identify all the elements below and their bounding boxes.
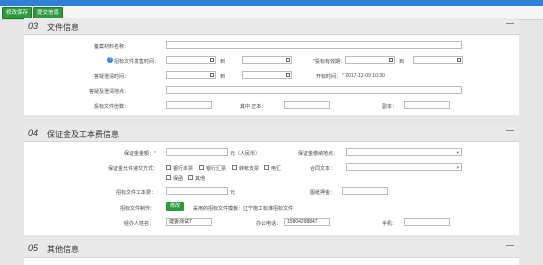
checkbox-method-4[interactable]: [166, 175, 171, 180]
section-header: 03 文件信息: [24, 18, 519, 35]
calendar-icon[interactable]: [389, 58, 393, 62]
help-icon[interactable]: ?: [107, 57, 113, 63]
open-time-label: 开标时间：: [316, 74, 342, 80]
section-title: 文件信息: [47, 23, 79, 32]
drawing-deposit-label: 图纸押金：: [310, 190, 336, 196]
handler-input[interactable]: 建委测试7: [166, 218, 212, 226]
calendar-icon[interactable]: [210, 73, 214, 77]
record-name-input[interactable]: [166, 41, 462, 49]
collapse-icon[interactable]: [506, 130, 514, 131]
answer-end-input[interactable]: [242, 71, 292, 79]
template-label: 招标文件制作：: [120, 206, 156, 212]
collapse-icon[interactable]: [506, 245, 514, 246]
deposit-place-label: 保证金缴纳地点：: [298, 151, 339, 157]
section-number: 04: [28, 128, 39, 138]
answer-place-input[interactable]: [166, 86, 462, 94]
mobile-label: 手机：: [382, 221, 398, 227]
valid-start-input[interactable]: [345, 56, 395, 64]
sale-start-input[interactable]: [166, 56, 216, 64]
chevron-down-icon: ▾: [456, 165, 459, 170]
to-label: 到: [220, 59, 226, 65]
sale-time-label: 招标文件发售时间：: [114, 59, 160, 65]
checkbox-method-0[interactable]: [166, 165, 171, 170]
calendar-icon[interactable]: [210, 58, 214, 62]
valid-end-input[interactable]: [413, 56, 463, 64]
drawing-deposit-input[interactable]: [342, 187, 388, 195]
deposit-info-panel: 04 保证金及工本费信息 保证金金额：* 元（人民币） 保证金缴纳地点： ▾ 保…: [24, 125, 519, 235]
answer-place-label: 答疑及澄清地点：: [89, 89, 130, 95]
template-text: 采用的招标文件模板：辽宁施工标准招标文件: [193, 206, 294, 212]
copies-label: 投标文件份数：: [94, 104, 130, 110]
duplicate-label: 副本：: [382, 104, 398, 110]
record-name-label: 备案材料名称：: [94, 44, 130, 50]
section-header: 04 保证金及工本费信息: [24, 125, 519, 142]
open-time-value: * 2017-12-09 10:30: [342, 73, 385, 79]
pay-methods-label: 保证金允许递交方式：: [108, 166, 159, 172]
method-label: 电汇: [271, 166, 282, 172]
method-label: 保函: [173, 176, 184, 182]
deposit-amount-input[interactable]: [166, 148, 228, 156]
original-input[interactable]: [284, 101, 330, 109]
deposit-amount-label: 保证金金额：*: [124, 151, 156, 157]
duplicate-input[interactable]: [404, 101, 450, 109]
handler-label: 经办人姓名：: [124, 221, 155, 227]
mobile-input[interactable]: [404, 218, 450, 226]
section-number: 05: [28, 243, 39, 253]
phone-label: 办公电话：: [256, 221, 282, 227]
deposit-unit: 元（人民币）: [230, 151, 261, 157]
method-label: 银行汇票: [206, 166, 227, 172]
section-title: 保证金及工本费信息: [47, 130, 119, 139]
checkbox-method-1[interactable]: [199, 165, 204, 170]
method-label: 银行本票: [173, 166, 194, 172]
sale-end-input[interactable]: [242, 56, 292, 64]
calendar-icon[interactable]: [457, 58, 461, 62]
checkbox-method-5[interactable]: [188, 175, 193, 180]
cost-unit: 元: [230, 190, 236, 196]
section-title: 其他信息: [47, 245, 79, 254]
method-label: 其他: [195, 176, 206, 182]
calendar-icon[interactable]: [286, 73, 290, 77]
other-info-panel: 05 其他信息: [24, 240, 519, 265]
chevron-down-icon: ▾: [456, 150, 459, 155]
collapse-icon[interactable]: [506, 23, 514, 24]
phone-input[interactable]: 15804298847: [284, 218, 330, 226]
answer-time-label: 答疑澄清时间：: [94, 74, 130, 80]
copies-input[interactable]: [166, 101, 212, 109]
to-label: 到: [220, 74, 226, 80]
edit-template-button[interactable]: 修改: [166, 202, 185, 211]
checkbox-method-2[interactable]: [232, 165, 237, 170]
cost-label: 招标文件工本费：: [116, 190, 157, 196]
deposit-place-select[interactable]: ▾: [346, 148, 462, 156]
valid-period-label: *投标有效期：: [313, 59, 345, 65]
cost-input[interactable]: [166, 187, 228, 195]
to-label: 到: [399, 59, 405, 65]
calendar-icon[interactable]: [286, 58, 290, 62]
answer-start-input[interactable]: [166, 71, 216, 79]
original-label: 其中 正本：: [240, 104, 267, 110]
checkbox-method-3[interactable]: [264, 165, 269, 170]
method-label: 转帐支票: [239, 166, 260, 172]
contract-label: 合同文本：: [310, 166, 336, 172]
contract-select[interactable]: ▾: [346, 163, 462, 171]
section-number: 03: [28, 21, 39, 31]
file-info-panel: 03 文件信息 备案材料名称： ? 招标文件发售时间： 到 *投标有效期： 到 …: [24, 18, 519, 115]
section-header: 05 其他信息: [24, 240, 519, 258]
